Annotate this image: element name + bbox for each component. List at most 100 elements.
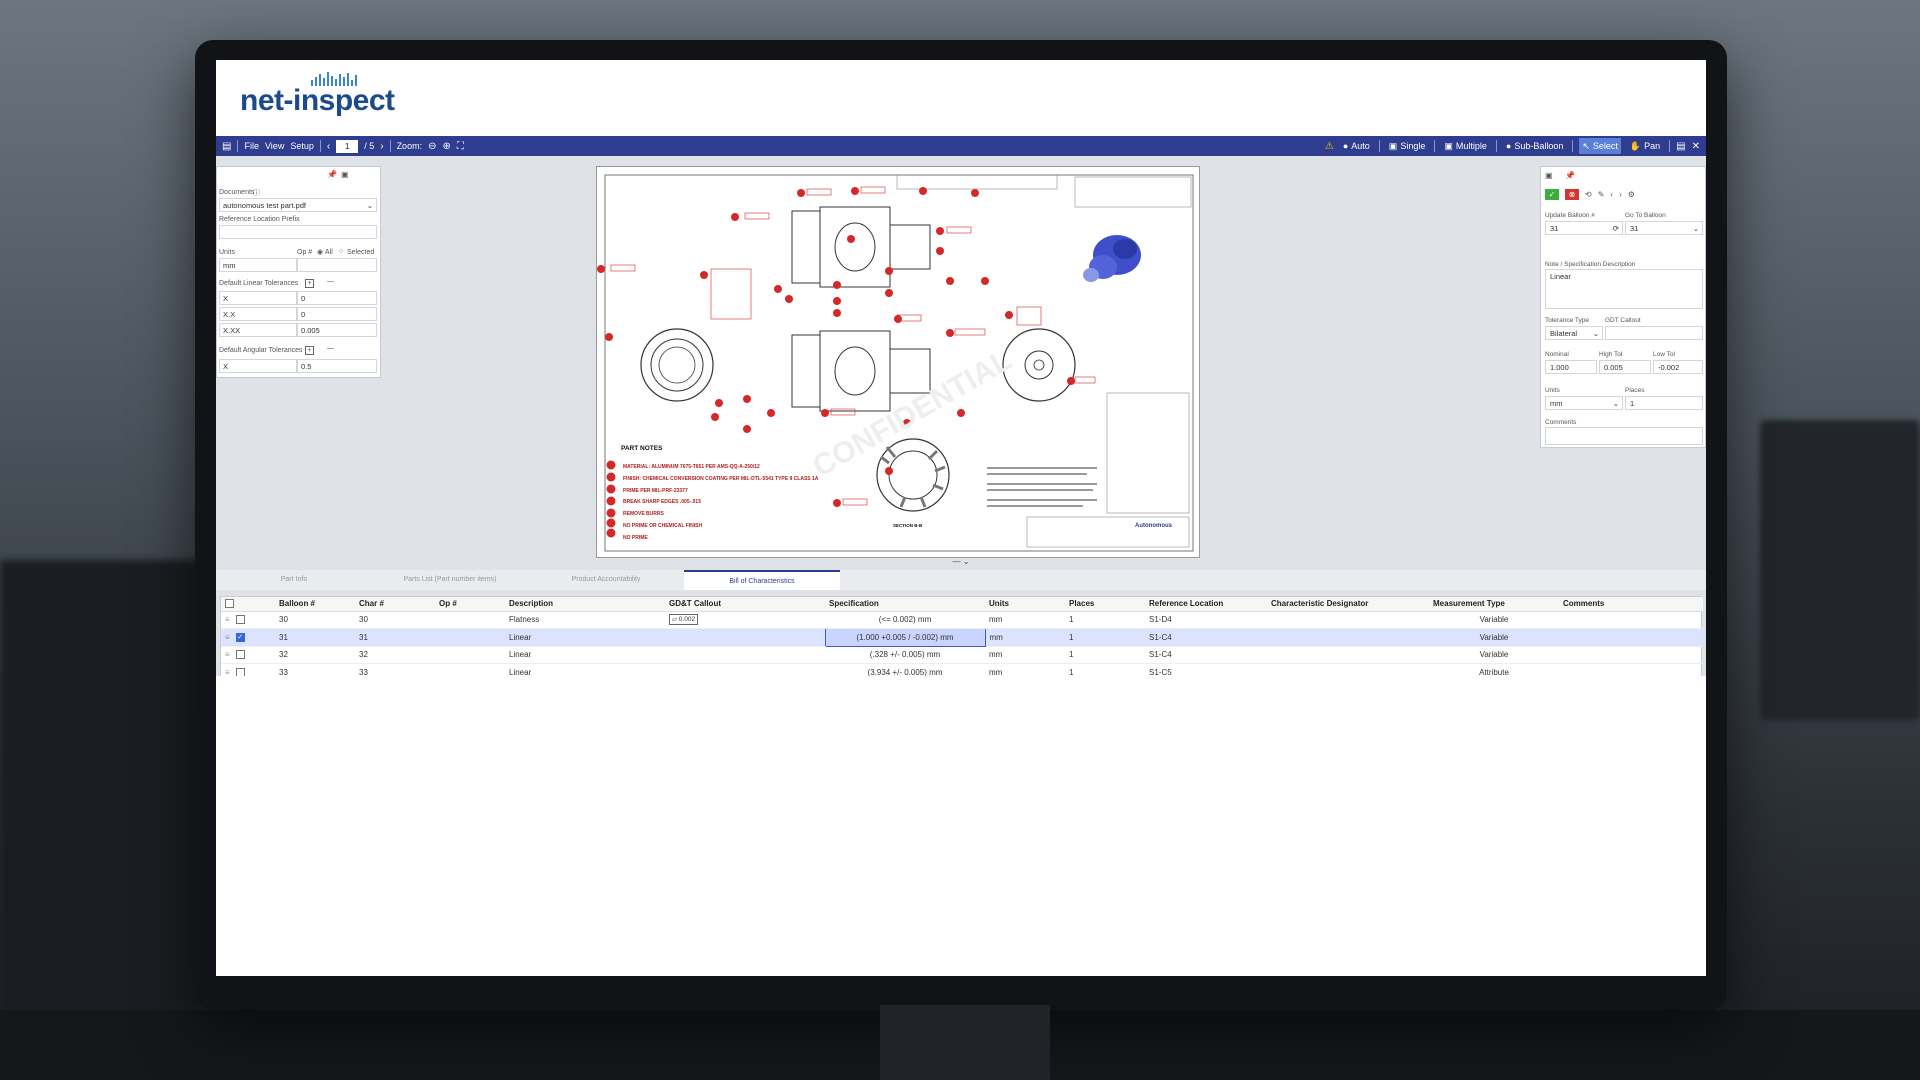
cell-designator[interactable] bbox=[1267, 628, 1429, 647]
select-all-checkbox[interactable] bbox=[225, 599, 234, 609]
low-tol-input[interactable]: -0.002 bbox=[1653, 360, 1703, 374]
zoom-fit-icon[interactable]: ⛶ bbox=[457, 141, 464, 152]
warning-icon[interactable]: ⚠ bbox=[1325, 141, 1334, 152]
right-panel-toggle-icon[interactable]: ▤ bbox=[1676, 141, 1685, 152]
cell-op[interactable] bbox=[435, 646, 505, 664]
cell-balloon[interactable]: 31 bbox=[275, 628, 355, 647]
cell-op[interactable] bbox=[435, 628, 505, 647]
linear-value[interactable]: 0 bbox=[297, 291, 377, 305]
col-specification[interactable]: Specification bbox=[825, 597, 985, 612]
cell-units[interactable]: mm bbox=[985, 628, 1065, 647]
cell-op[interactable] bbox=[435, 611, 505, 629]
prev-page-icon[interactable]: ‹ bbox=[327, 141, 330, 152]
cell-places[interactable]: 1 bbox=[1065, 611, 1145, 629]
cell-char[interactable]: 30 bbox=[355, 611, 435, 629]
cell-measurement-type[interactable]: Variable bbox=[1429, 611, 1559, 629]
select-all-cell[interactable] bbox=[221, 597, 275, 612]
table-row[interactable]: ≡ 32 32 Linear (.328 +/- 0.005) mm mm 1 S1-C4 Va… bbox=[221, 646, 1703, 664]
cell-balloon[interactable]: 30 bbox=[275, 611, 355, 629]
linear-value[interactable]: 0.005 bbox=[297, 323, 377, 337]
cell-char[interactable]: 31 bbox=[355, 628, 435, 647]
confirm-icon[interactable]: ✓ bbox=[1545, 189, 1559, 200]
cell-places[interactable]: 1 bbox=[1065, 646, 1145, 664]
radio-all[interactable]: ◉ bbox=[317, 248, 323, 256]
select-button[interactable]: ↖ Select bbox=[1579, 138, 1621, 154]
col-reference[interactable]: Reference Location bbox=[1145, 597, 1267, 612]
remove-linear-icon[interactable]: — bbox=[327, 278, 334, 285]
zoom-out-icon[interactable]: ⊖ bbox=[428, 141, 436, 152]
col-comments[interactable]: Comments bbox=[1559, 597, 1703, 612]
units-select[interactable]: mm ⌄ bbox=[1545, 396, 1623, 410]
nominal-input[interactable]: 1.000 bbox=[1545, 360, 1597, 374]
tab-product-accountability[interactable]: Product Accountability bbox=[528, 570, 684, 590]
col-op[interactable]: Op # bbox=[435, 597, 505, 612]
table-row[interactable]: ≡ 30 30 Flatness ⏥ 0.002 (<= 0.002) mm mm 1 S1-D… bbox=[221, 611, 1703, 629]
gear-icon[interactable]: ⚙ bbox=[1628, 190, 1635, 199]
tab-part-info[interactable]: Part Info bbox=[216, 570, 372, 590]
resize-handle[interactable]: — ⌄ bbox=[216, 558, 1706, 566]
col-description[interactable]: Description bbox=[505, 597, 665, 612]
col-designator[interactable]: Characteristic Designator bbox=[1267, 597, 1429, 612]
linear-key[interactable]: X bbox=[219, 291, 297, 305]
high-tol-input[interactable]: 0.005 bbox=[1599, 360, 1651, 374]
cell-description[interactable]: Flatness bbox=[505, 611, 665, 629]
col-char[interactable]: Char # bbox=[355, 597, 435, 612]
row-select-cell[interactable]: ≡ bbox=[221, 646, 275, 664]
angular-key[interactable]: X bbox=[219, 359, 297, 373]
cell-units[interactable]: mm bbox=[985, 646, 1065, 664]
cell-designator[interactable] bbox=[1267, 646, 1429, 664]
cell-gdt[interactable] bbox=[665, 646, 825, 664]
linear-key[interactable]: X.X bbox=[219, 307, 297, 321]
drag-handle-icon[interactable]: ≡ bbox=[225, 615, 230, 624]
col-places[interactable]: Places bbox=[1065, 597, 1145, 612]
cell-description[interactable]: Linear bbox=[505, 646, 665, 664]
row-select-cell[interactable]: ≡ ✓ bbox=[221, 628, 275, 647]
col-measurement-type[interactable]: Measurement Type bbox=[1429, 597, 1559, 612]
collapse-icon[interactable]: ▣ bbox=[1545, 171, 1553, 180]
multiple-button[interactable]: ▣ Multiple bbox=[1441, 138, 1490, 154]
op-input[interactable] bbox=[297, 258, 377, 272]
cell-reference[interactable]: S1-C4 bbox=[1145, 646, 1267, 664]
cell-comments[interactable] bbox=[1559, 646, 1703, 664]
note-textarea[interactable]: Linear bbox=[1545, 269, 1703, 309]
places-input[interactable]: 1 bbox=[1625, 396, 1703, 410]
refresh-icon[interactable]: ⟲ bbox=[1585, 190, 1592, 199]
drag-handle-icon[interactable]: ≡ bbox=[225, 633, 230, 642]
cell-designator[interactable] bbox=[1267, 611, 1429, 629]
goto-balloon-select[interactable]: 31 ⌄ bbox=[1625, 221, 1703, 235]
menu-setup[interactable]: Setup bbox=[290, 141, 314, 151]
cell-char[interactable]: 32 bbox=[355, 646, 435, 664]
page-number-input[interactable]: 1 bbox=[336, 139, 359, 153]
panel-toggle-icon[interactable]: ▤ bbox=[222, 141, 231, 152]
units-select[interactable]: mm bbox=[219, 258, 297, 272]
cell-gdt[interactable]: ⏥ 0.002 bbox=[665, 611, 825, 629]
auto-button[interactable]: ● Auto bbox=[1340, 138, 1373, 154]
drag-handle-icon[interactable]: ≡ bbox=[225, 650, 230, 659]
next-page-icon[interactable]: › bbox=[380, 141, 383, 152]
linear-key[interactable]: X.XX bbox=[219, 323, 297, 337]
cell-balloon[interactable]: 32 bbox=[275, 646, 355, 664]
document-select[interactable]: autonomous test part.pdf ⌄ bbox=[219, 198, 377, 212]
row-checkbox[interactable] bbox=[235, 615, 245, 625]
update-balloon-input[interactable]: 31 ⟳ bbox=[1545, 221, 1623, 235]
pan-button[interactable]: ✋ Pan bbox=[1627, 138, 1663, 154]
pin-icon[interactable]: 📌 bbox=[1565, 171, 1575, 180]
cell-description[interactable]: Linear bbox=[505, 628, 665, 647]
zoom-in-icon[interactable]: ⊕ bbox=[442, 141, 450, 152]
row-checkbox[interactable] bbox=[235, 650, 245, 660]
linear-value[interactable]: 0 bbox=[297, 307, 377, 321]
row-checkbox[interactable]: ✓ bbox=[235, 632, 245, 642]
cell-reference[interactable]: S1-D4 bbox=[1145, 611, 1267, 629]
add-angular-icon[interactable]: + bbox=[305, 346, 314, 355]
help-icon[interactable]: ⓘ bbox=[253, 188, 260, 198]
next-icon[interactable]: › bbox=[1619, 190, 1622, 199]
tol-type-select[interactable]: Bilateral ⌄ bbox=[1545, 326, 1603, 340]
table-row[interactable]: ≡ ✓ 31 31 Linear (1.000 +0.005 / -0.002) mm mm… bbox=[221, 628, 1703, 647]
single-button[interactable]: ▣ Single bbox=[1386, 138, 1429, 154]
ref-prefix-input[interactable] bbox=[219, 225, 377, 239]
cell-specification[interactable]: (1.000 +0.005 / -0.002) mm bbox=[824, 628, 986, 647]
engineering-drawing[interactable]: CONFIDENTIAL PART NOTES MATERIAL: ALUMIN… bbox=[596, 166, 1200, 558]
cell-measurement-type[interactable]: Variable bbox=[1429, 646, 1559, 664]
cell-gdt[interactable] bbox=[665, 628, 825, 647]
cell-specification[interactable]: (<= 0.002) mm bbox=[825, 611, 985, 629]
